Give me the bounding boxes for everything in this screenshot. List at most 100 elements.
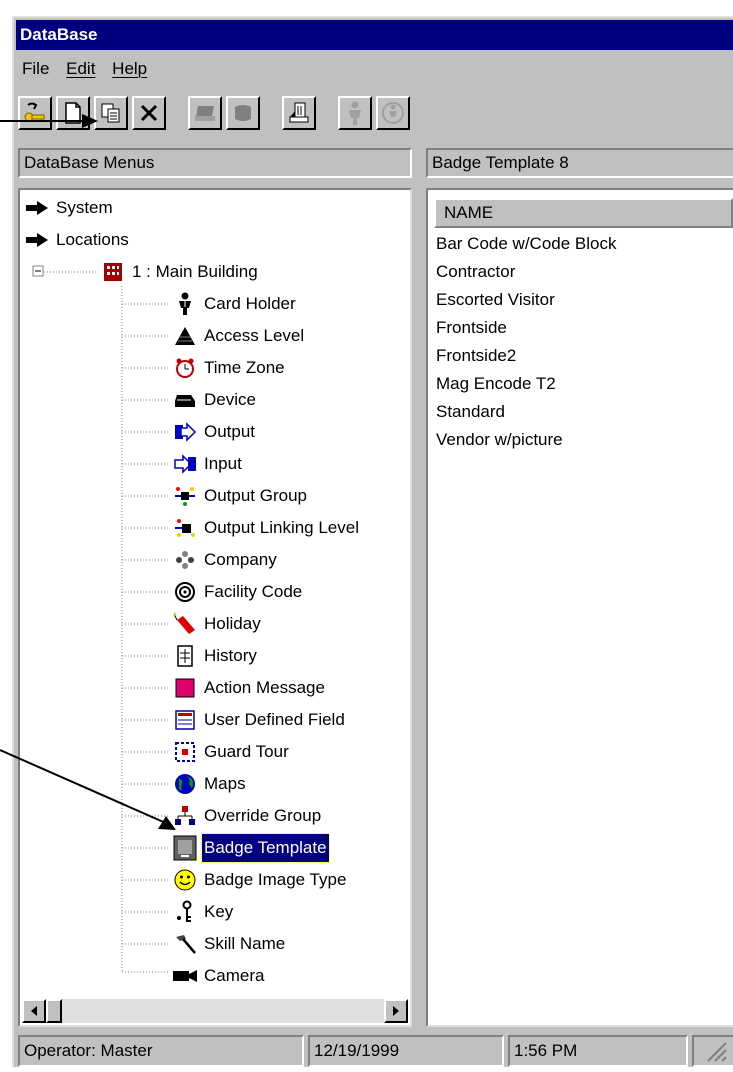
tree-item-main-building[interactable]: 1 : Main Building [100, 258, 260, 286]
list-item[interactable]: Frontside [436, 314, 507, 342]
tree-item-key[interactable]: Key [172, 898, 235, 926]
database-window: DataBase File Edit Help DataBase Menus S… [12, 16, 733, 1067]
tree-item-badge-image-type[interactable]: Badge Image Type [172, 866, 348, 894]
delete-button[interactable] [132, 96, 166, 130]
key-icon [24, 102, 45, 122]
tree-item-maps[interactable]: Maps [172, 770, 248, 798]
tree-pane[interactable]: System Locations 1 : Main Building Card … [18, 188, 412, 1027]
tree-item-label: Access Level [204, 326, 305, 345]
status-date: 12/19/1999 [308, 1035, 504, 1067]
tree-item-label: Output Linking Level [204, 518, 359, 537]
company-icon [172, 548, 198, 572]
list-item[interactable]: Contractor [436, 258, 515, 286]
guard-tour-icon [172, 740, 198, 764]
alarm-clock-icon [172, 356, 198, 380]
tree-item-user-defined-field[interactable]: User Defined Field [172, 706, 347, 734]
smiley-icon [172, 868, 198, 892]
menu-edit[interactable]: Edit [60, 54, 101, 84]
tree-item-action-message[interactable]: Action Message [172, 674, 327, 702]
tree-item-history[interactable]: History [172, 642, 259, 670]
left-pane-header: DataBase Menus [18, 148, 412, 178]
tree-item-access-level[interactable]: Access Level [172, 322, 306, 350]
menu-file[interactable]: File [16, 54, 55, 84]
list-item[interactable]: Escorted Visitor [436, 286, 555, 314]
tree-item-skill-name[interactable]: Skill Name [172, 930, 287, 958]
copy-button[interactable] [94, 96, 128, 130]
menu-bar: File Edit Help [16, 54, 733, 84]
right-pane-header: Badge Template 8 [426, 148, 733, 178]
tree-item-locations[interactable]: Locations [24, 226, 131, 254]
tree-item-output-group[interactable]: Output Group [172, 482, 309, 510]
tree-item-override-group[interactable]: Override Group [172, 802, 323, 830]
globe-icon [172, 772, 198, 796]
person-disabled-button[interactable] [376, 96, 410, 130]
status-resize-grip[interactable] [692, 1035, 733, 1067]
tree-item-output[interactable]: Output [172, 418, 257, 446]
person-button[interactable] [338, 96, 372, 130]
copy-icon [101, 103, 120, 123]
key-icon [172, 900, 198, 924]
scroll-right-button[interactable] [384, 999, 408, 1023]
status-bar: Operator: Master 12/19/1999 1:56 PM [16, 1033, 733, 1067]
badge-template-icon [172, 835, 198, 861]
report-button[interactable] [282, 96, 316, 130]
badge-print-icon [235, 105, 251, 121]
list-item[interactable]: Frontside2 [436, 342, 516, 370]
scroll-left-button[interactable] [22, 999, 46, 1023]
card-holder-icon [172, 292, 198, 316]
status-time: 1:56 PM [508, 1035, 688, 1067]
tree-item-label: Card Holder [204, 294, 296, 313]
output-arrow-icon [172, 420, 198, 444]
history-icon [172, 644, 198, 668]
tree-item-facility-code[interactable]: Facility Code [172, 578, 304, 606]
arrow-right-icon [24, 228, 50, 252]
tree-item-guard-tour[interactable]: Guard Tour [172, 738, 291, 766]
scroll-thumb[interactable] [46, 999, 62, 1023]
record-list-pane[interactable]: NAME Bar Code w/Code Block Contractor Es… [426, 188, 733, 1027]
tree-item-label: Override Group [204, 806, 322, 825]
print-button[interactable] [188, 96, 222, 130]
window-title: DataBase [16, 20, 733, 50]
list-item[interactable]: Standard [436, 398, 505, 426]
tree-item-input[interactable]: Input [172, 450, 244, 478]
holiday-icon [172, 612, 198, 636]
toolbar [18, 96, 733, 132]
scroll-left-icon [31, 1006, 37, 1016]
tree-item-label: Output Group [204, 486, 308, 505]
tree-item-label: Input [204, 454, 242, 473]
tree-item-label: Output [204, 422, 256, 441]
tree-item-company[interactable]: Company [172, 546, 279, 574]
tree-item-label: Action Message [204, 678, 325, 697]
tree-item-label: Facility Code [204, 582, 303, 601]
override-group-icon [172, 804, 198, 828]
menu-file-label: File [22, 59, 50, 78]
tree-item-output-linking-level[interactable]: Output Linking Level [172, 514, 361, 542]
badge-print-button[interactable] [226, 96, 260, 130]
delete-icon [140, 104, 158, 122]
new-record-button[interactable] [56, 96, 90, 130]
horizontal-scrollbar[interactable] [22, 999, 408, 1023]
status-operator: Operator: Master [18, 1035, 304, 1067]
column-header-name[interactable]: NAME [434, 198, 733, 228]
menu-help[interactable]: Help [106, 54, 153, 84]
tree-item-system[interactable]: System [24, 194, 115, 222]
tree-item-card-holder[interactable]: Card Holder [172, 290, 298, 318]
key-button[interactable] [18, 96, 52, 130]
tree-item-label: System [56, 198, 113, 217]
output-linking-icon [172, 516, 198, 540]
tree-item-label: Badge Image Type [204, 870, 347, 889]
access-level-icon [172, 324, 198, 348]
tree-item-label: Device [204, 390, 256, 409]
tree-item-holiday[interactable]: Holiday [172, 610, 263, 638]
tree-item-device[interactable]: Device [172, 386, 258, 414]
facility-code-icon [172, 580, 198, 604]
list-item[interactable]: Mag Encode T2 [436, 370, 556, 398]
camera-icon [172, 964, 198, 988]
tree-item-badge-template[interactable]: Badge Template [172, 833, 330, 863]
list-item[interactable]: Vendor w/picture [436, 426, 563, 454]
tree-item-camera[interactable]: Camera [172, 962, 266, 990]
list-item[interactable]: Bar Code w/Code Block [436, 230, 616, 258]
user-defined-field-icon [172, 708, 198, 732]
menu-edit-label: Edit [66, 59, 96, 78]
tree-item-time-zone[interactable]: Time Zone [172, 354, 287, 382]
